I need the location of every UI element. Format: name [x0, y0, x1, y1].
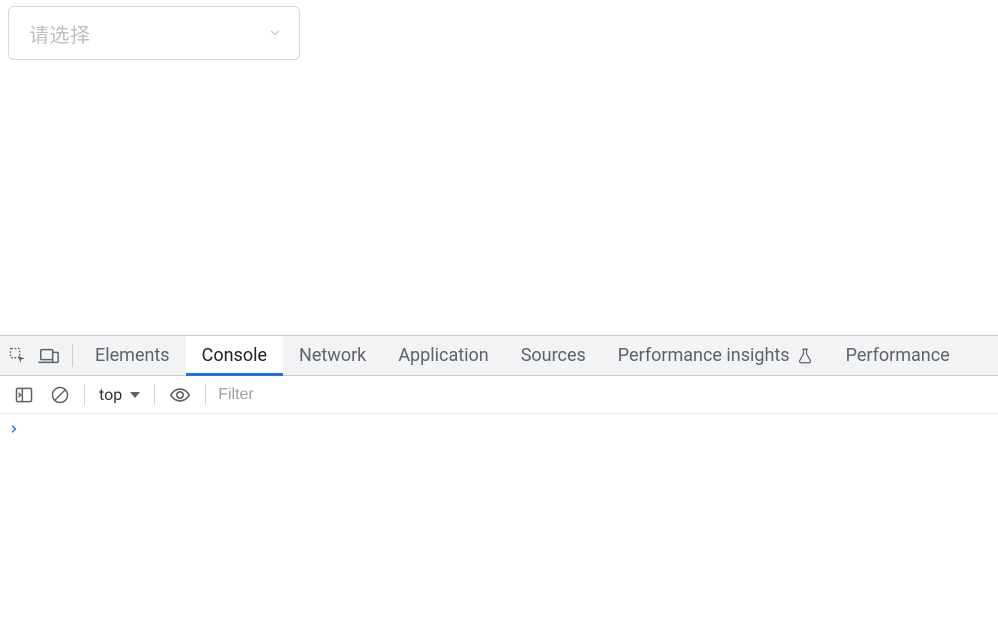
clear-console-button[interactable] [42, 376, 78, 413]
separator [84, 384, 85, 405]
console-output[interactable] [0, 414, 998, 636]
inspect-element-button[interactable] [0, 336, 32, 375]
chevron-right-icon [8, 420, 20, 439]
tab-sources[interactable]: Sources [505, 336, 602, 375]
separator [205, 384, 206, 405]
filter-input[interactable] [212, 381, 998, 409]
tab-performance-insights[interactable]: Performance insights [602, 336, 830, 375]
flask-icon [796, 347, 814, 365]
chevron-down-icon [267, 25, 283, 41]
select-dropdown[interactable]: 请选择 [8, 6, 300, 60]
separator [154, 384, 155, 405]
tab-label: Elements [95, 345, 170, 366]
filter-wrap [212, 376, 998, 413]
tab-label: Sources [521, 345, 586, 366]
tab-network[interactable]: Network [283, 336, 382, 375]
context-label: top [99, 385, 122, 404]
devtools-tabs: Elements Console Network Application Sou… [0, 336, 998, 376]
tab-label: Performance [846, 345, 950, 366]
tab-application[interactable]: Application [382, 336, 504, 375]
toggle-sidebar-button[interactable] [6, 376, 42, 413]
tab-label: Network [299, 345, 366, 366]
tab-elements[interactable]: Elements [79, 336, 186, 375]
context-selector[interactable]: top [91, 385, 148, 404]
tab-label: Console [202, 345, 267, 366]
tab-console[interactable]: Console [186, 336, 283, 375]
device-toolbar-button[interactable] [32, 336, 66, 375]
select-placeholder: 请选择 [29, 19, 91, 48]
tab-label: Performance insights [618, 345, 790, 366]
tab-performance[interactable]: Performance [830, 336, 958, 375]
tab-label: Application [398, 345, 488, 366]
live-expression-button[interactable] [161, 376, 199, 413]
console-toolbar: top [0, 376, 998, 414]
triangle-down-icon [130, 385, 140, 404]
separator [72, 344, 73, 367]
page-content: 请选择 [0, 0, 998, 335]
devtools-panel: Elements Console Network Application Sou… [0, 335, 998, 636]
